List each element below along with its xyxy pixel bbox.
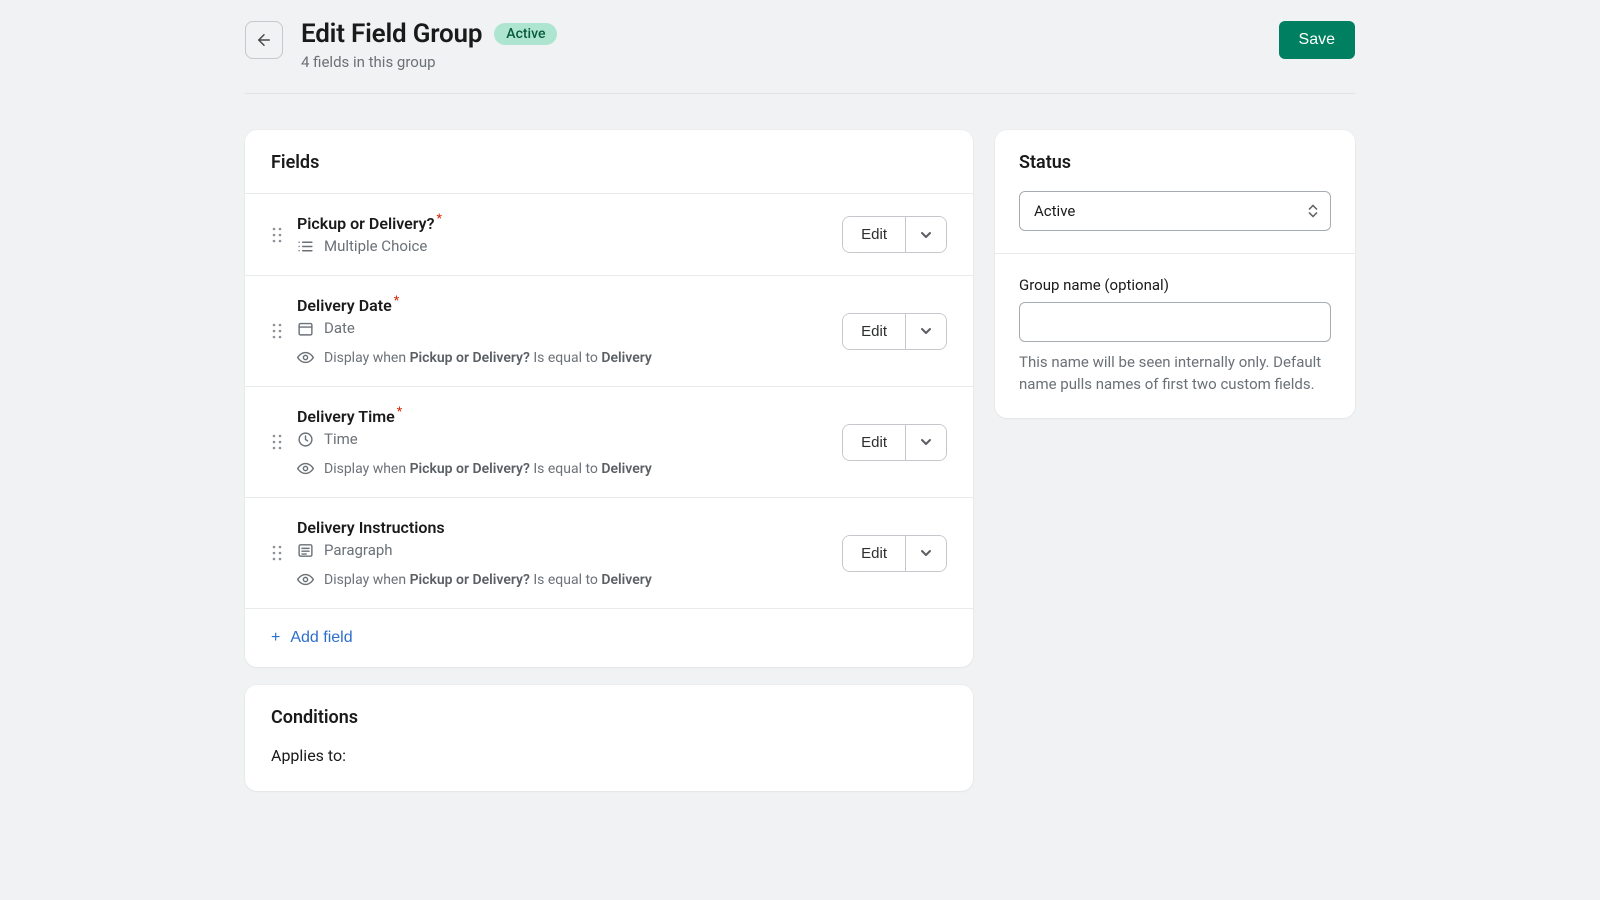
- clock-icon: [297, 431, 314, 448]
- page-header: Edit Field Group Active 4 fields in this…: [245, 19, 1355, 94]
- edit-button[interactable]: Edit: [843, 536, 905, 571]
- calendar-icon: [297, 320, 314, 337]
- required-star-icon: *: [394, 294, 399, 306]
- drag-handle-icon[interactable]: [271, 323, 283, 339]
- condition-text: Display when Pickup or Delivery? Is equa…: [324, 461, 652, 477]
- select-caret-icon: [1308, 205, 1318, 218]
- field-type: Time: [324, 430, 358, 448]
- page-subtitle: 4 fields in this group: [301, 53, 1279, 71]
- status-badge: Active: [494, 23, 557, 45]
- status-select-value: Active: [1034, 202, 1075, 220]
- edit-button[interactable]: Edit: [843, 217, 905, 252]
- fields-card: Fields Pickup or Delivery?* Multiple Choi…: [245, 130, 973, 667]
- eye-icon: [297, 571, 314, 588]
- required-star-icon: *: [397, 405, 402, 417]
- edit-button[interactable]: Edit: [843, 425, 905, 460]
- eye-icon: [297, 349, 314, 366]
- field-name: Delivery Time*: [297, 407, 402, 426]
- field-row: Delivery Time* Time Display when Pickup or…: [245, 386, 973, 497]
- edit-button[interactable]: Edit: [843, 314, 905, 349]
- group-name-label: Group name (optional): [1019, 276, 1331, 294]
- save-button[interactable]: Save: [1279, 21, 1355, 59]
- edit-dropdown-button[interactable]: [905, 314, 946, 349]
- page-title: Edit Field Group: [301, 19, 482, 49]
- add-field-button[interactable]: + Add field: [271, 629, 353, 647]
- status-select[interactable]: Active: [1019, 191, 1331, 231]
- field-name: Delivery Instructions: [297, 518, 445, 537]
- conditions-card: Conditions Applies to:: [245, 685, 973, 791]
- field-type: Multiple Choice: [324, 237, 427, 255]
- drag-handle-icon[interactable]: [271, 545, 283, 561]
- edit-dropdown-button[interactable]: [905, 217, 946, 252]
- edit-dropdown-button[interactable]: [905, 536, 946, 571]
- conditions-card-title: Conditions: [245, 685, 973, 734]
- field-name: Pickup or Delivery?*: [297, 214, 442, 233]
- edit-button-group: Edit: [842, 216, 947, 253]
- field-name: Delivery Date*: [297, 296, 399, 315]
- field-type: Paragraph: [324, 541, 393, 559]
- edit-button-group: Edit: [842, 313, 947, 350]
- applies-to-label: Applies to:: [245, 734, 973, 791]
- field-row: Delivery Instructions Paragraph Display wh…: [245, 497, 973, 608]
- status-card: Status Active Group name (optional) This…: [995, 130, 1355, 418]
- list-icon: [297, 238, 314, 255]
- drag-handle-icon[interactable]: [271, 227, 283, 243]
- edit-button-group: Edit: [842, 424, 947, 461]
- paragraph-icon: [297, 542, 314, 559]
- edit-dropdown-button[interactable]: [905, 425, 946, 460]
- required-star-icon: *: [437, 212, 442, 224]
- arrow-left-icon: [255, 31, 273, 49]
- eye-icon: [297, 460, 314, 477]
- field-type: Date: [324, 319, 355, 337]
- field-row: Pickup or Delivery?* Multiple Choice Edit: [245, 193, 973, 275]
- back-button[interactable]: [245, 21, 283, 59]
- condition-text: Display when Pickup or Delivery? Is equa…: [324, 572, 652, 588]
- field-row: Delivery Date* Date Display when Pickup or…: [245, 275, 973, 386]
- plus-icon: +: [271, 629, 280, 647]
- group-name-help: This name will be seen internally only. …: [1019, 352, 1331, 396]
- drag-handle-icon[interactable]: [271, 434, 283, 450]
- add-field-label: Add field: [290, 629, 352, 647]
- condition-text: Display when Pickup or Delivery? Is equa…: [324, 350, 652, 366]
- group-name-input[interactable]: [1019, 302, 1331, 342]
- fields-card-title: Fields: [245, 130, 973, 193]
- edit-button-group: Edit: [842, 535, 947, 572]
- status-card-title: Status: [1019, 152, 1331, 173]
